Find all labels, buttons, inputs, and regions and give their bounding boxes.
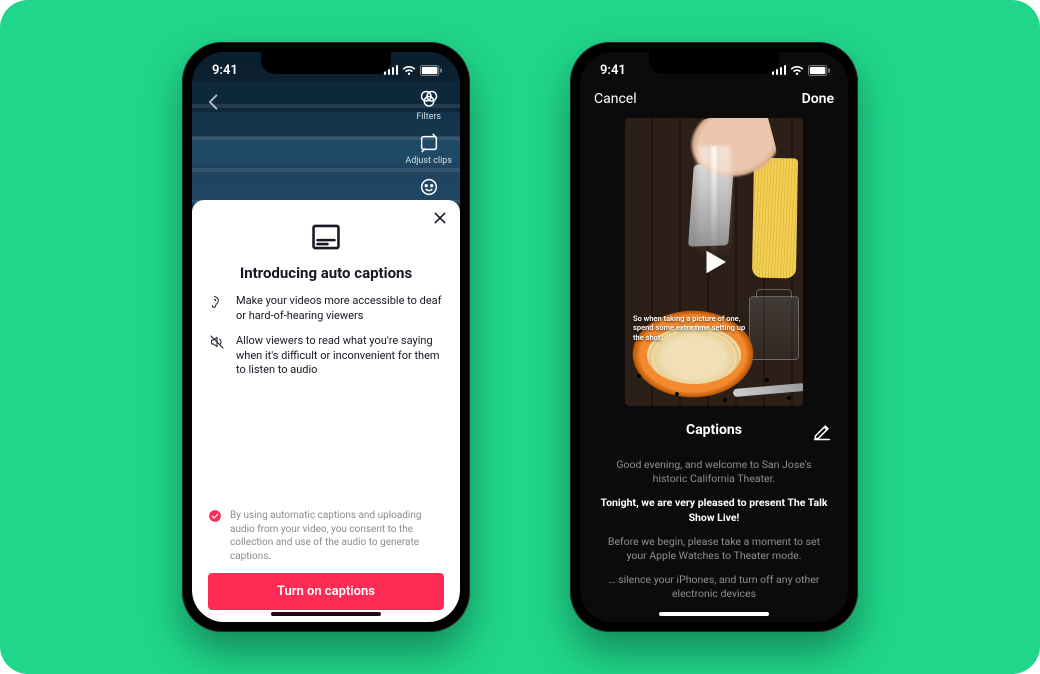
ear-icon	[208, 294, 226, 324]
captions-hero-icon	[208, 220, 444, 254]
adjust-clips-label: Adjust clips	[405, 156, 452, 166]
benefit-readability: Allow viewers to read what you're saying…	[208, 334, 444, 379]
edit-captions-button[interactable]	[812, 422, 832, 446]
caption-line[interactable]: … silence your iPhones, and turn off any…	[598, 573, 830, 601]
home-indicator	[659, 612, 769, 616]
captions-list[interactable]: Good evening, and welcome to San Jose's …	[580, 444, 848, 608]
play-button[interactable]	[625, 118, 803, 406]
captions-editor: Cancel Done So w	[580, 52, 848, 622]
auto-captions-sheet: Introducing auto captions Make your vide…	[192, 200, 460, 622]
wifi-icon	[790, 65, 804, 76]
voice-effects-icon	[418, 176, 440, 198]
voice-effects-tool[interactable]	[418, 176, 440, 198]
cancel-button[interactable]: Cancel	[594, 91, 637, 107]
benefit-readability-text: Allow viewers to read what you're saying…	[236, 334, 444, 379]
close-icon	[432, 210, 448, 226]
caption-line[interactable]: Good evening, and welcome to San Jose's …	[598, 458, 830, 486]
pencil-icon	[812, 422, 832, 442]
consent-text: By using automatic captions and uploadin…	[230, 509, 444, 563]
benefit-accessibility: Make your videos more accessible to deaf…	[208, 294, 444, 324]
phone-left: 9:41 Filters	[182, 42, 470, 632]
video-preview[interactable]: So when taking a picture of one, spend s…	[625, 118, 803, 406]
done-button[interactable]: Done	[802, 91, 834, 107]
captions-title: Captions	[686, 422, 742, 438]
device-notch	[649, 52, 779, 74]
filters-tool[interactable]: Filters	[416, 88, 441, 122]
sheet-title: Introducing auto captions	[208, 264, 444, 282]
cta-label: Turn on captions	[277, 584, 375, 599]
editor-side-tools: Filters Adjust clips	[405, 88, 452, 198]
home-indicator	[271, 612, 381, 616]
benefit-accessibility-text: Make your videos more accessible to deaf…	[236, 294, 444, 324]
sound-off-icon	[208, 334, 226, 379]
adjust-clips-icon	[418, 132, 440, 154]
captions-header: Captions	[580, 416, 848, 444]
caption-line[interactable]: Before we begin, please take a moment to…	[598, 535, 830, 563]
status-time: 9:41	[600, 63, 626, 78]
adjust-clips-tool[interactable]: Adjust clips	[405, 132, 452, 166]
battery-icon	[420, 65, 442, 76]
consent-check-icon	[208, 509, 222, 563]
phone-right: 9:41 Cancel Done	[570, 42, 858, 632]
status-indicators	[772, 65, 831, 76]
filters-icon	[418, 88, 440, 110]
consent-row: By using automatic captions and uploadin…	[208, 509, 444, 563]
caption-line-current[interactable]: Tonight, we are very pleased to present …	[598, 496, 830, 524]
back-button[interactable]	[204, 92, 224, 116]
promo-stage: 9:41 Filters	[0, 0, 1040, 674]
status-time: 9:41	[212, 63, 238, 78]
burned-in-caption: So when taking a picture of one, spend s…	[633, 314, 753, 342]
status-indicators	[384, 65, 443, 76]
play-icon	[696, 244, 732, 280]
device-notch	[261, 52, 391, 74]
close-button[interactable]	[432, 210, 448, 230]
turn-on-captions-button[interactable]: Turn on captions	[208, 573, 444, 610]
battery-icon	[808, 65, 830, 76]
wifi-icon	[402, 65, 416, 76]
filters-label: Filters	[416, 112, 441, 122]
editor-nav: Cancel Done	[580, 82, 848, 116]
